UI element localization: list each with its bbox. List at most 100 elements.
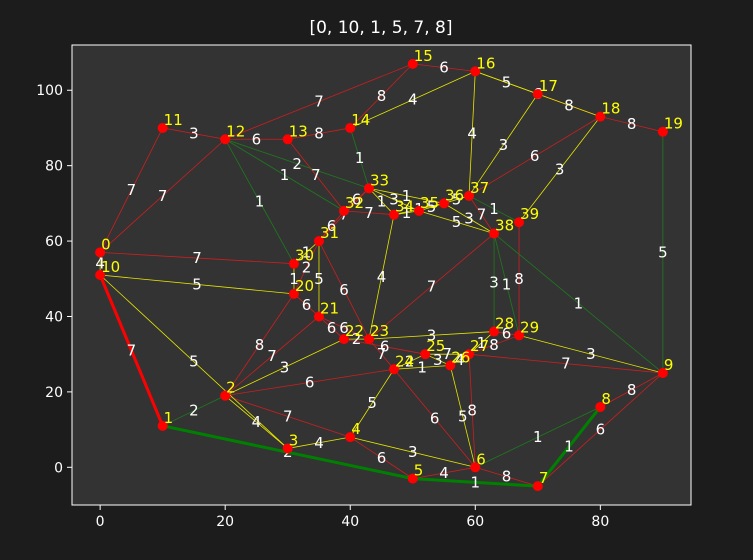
node-label-31: 31 bbox=[320, 224, 339, 242]
edge-weight-10-3: 5 bbox=[189, 353, 199, 371]
x-tick-label: 0 bbox=[96, 514, 105, 530]
edge-weight-2-22: 3 bbox=[280, 358, 290, 376]
edge-weight-28-38: 3 bbox=[489, 274, 499, 292]
edge-weight-3-4: 4 bbox=[314, 434, 324, 452]
node-label-2: 2 bbox=[226, 379, 236, 397]
node-label-6: 6 bbox=[476, 450, 486, 468]
y-tick-label: 40 bbox=[45, 309, 63, 325]
node-label-18: 18 bbox=[601, 100, 620, 118]
edge-weight-26-6: 5 bbox=[458, 407, 468, 425]
chart-title: [0, 10, 1, 5, 7, 8] bbox=[309, 18, 452, 38]
edge-weight-32-34: 7 bbox=[364, 204, 374, 222]
edge-weight-1-2: 2 bbox=[189, 402, 199, 420]
edge-weight-18-37: 6 bbox=[530, 147, 540, 165]
edge-weight-13-14: 8 bbox=[314, 125, 324, 143]
edge-weight-19-9: 5 bbox=[658, 243, 668, 261]
edge-weight-27-9: 7 bbox=[561, 355, 571, 373]
y-tick-label: 100 bbox=[36, 83, 63, 99]
edge-weight-8-9: 8 bbox=[627, 381, 637, 399]
edge-weight-14-33: 1 bbox=[355, 149, 365, 167]
graph-chart: [0, 10, 1, 5, 7, 8] 36876588846436357711… bbox=[0, 0, 753, 556]
edge-weight-16-37: 4 bbox=[467, 125, 477, 143]
node-label-14: 14 bbox=[351, 111, 370, 129]
edge-weight-17-18: 8 bbox=[564, 96, 574, 114]
edge-weight-17-37: 3 bbox=[499, 136, 509, 154]
edge-weight-16-17: 5 bbox=[502, 74, 512, 92]
edge-weight-13-32: 7 bbox=[311, 166, 321, 184]
edge-weight-2-20: 8 bbox=[255, 336, 265, 354]
node-label-0: 0 bbox=[101, 235, 111, 253]
node-label-22: 22 bbox=[345, 322, 364, 340]
edge-weight-29-9: 3 bbox=[586, 345, 596, 363]
y-tick-label: 60 bbox=[45, 234, 63, 250]
node-label-12: 12 bbox=[226, 122, 245, 140]
edge-weight-0-11: 7 bbox=[127, 181, 137, 199]
node-label-26: 26 bbox=[451, 348, 470, 366]
edge-weight-23-38: 7 bbox=[427, 277, 437, 295]
node-label-20: 20 bbox=[295, 277, 314, 295]
edge-weight-21-22: 6 bbox=[327, 319, 337, 337]
node-label-36: 36 bbox=[445, 186, 464, 204]
node-label-21: 21 bbox=[320, 299, 339, 317]
edge-weight-23-34: 4 bbox=[377, 268, 387, 286]
edge-weight-4-6: 3 bbox=[408, 443, 418, 461]
node-label-13: 13 bbox=[289, 122, 308, 140]
edge-weight-37-38: 7 bbox=[477, 206, 487, 224]
edge-weight-2-4: 7 bbox=[283, 407, 293, 425]
edge-weight-18-39: 3 bbox=[555, 160, 565, 178]
edge-weight-12-13: 6 bbox=[252, 130, 262, 148]
node-label-27: 27 bbox=[470, 337, 489, 355]
node-label-34: 34 bbox=[395, 198, 414, 216]
edge-weight-35-38: 5 bbox=[452, 213, 462, 231]
edge-weight-2-21: 7 bbox=[267, 347, 277, 365]
edge-weight-0-12: 7 bbox=[158, 187, 168, 205]
edge-weight-5-6: 4 bbox=[439, 464, 449, 482]
edge-weight-23-31: 6 bbox=[339, 281, 349, 299]
edge-weight-33-34: 1 bbox=[377, 192, 387, 210]
node-label-7: 7 bbox=[539, 469, 549, 487]
node-label-9: 9 bbox=[664, 356, 674, 374]
edge-weight-29-39: 8 bbox=[514, 270, 524, 288]
edge-weight-11-12: 3 bbox=[189, 125, 199, 143]
edge-weight-18-19: 8 bbox=[627, 115, 637, 133]
edge-weight-7-8: 1 bbox=[564, 438, 574, 456]
edge-weight-37-39: 1 bbox=[489, 200, 499, 218]
node-label-4: 4 bbox=[351, 420, 361, 438]
edge-weight-27-29: 8 bbox=[489, 336, 499, 354]
edge-weight-6-8: 1 bbox=[533, 428, 543, 446]
node-label-16: 16 bbox=[476, 54, 495, 72]
edge-weight-5-7: 1 bbox=[471, 473, 481, 491]
node-label-19: 19 bbox=[664, 115, 683, 133]
node-label-17: 17 bbox=[539, 77, 558, 95]
node-label-28: 28 bbox=[495, 315, 514, 333]
node-label-39: 39 bbox=[520, 205, 539, 223]
edge-weight-4-5: 6 bbox=[377, 449, 387, 467]
edge-weight-36-38: 3 bbox=[464, 209, 474, 227]
edge-weight-12-33: 2 bbox=[292, 155, 302, 173]
node-label-38: 38 bbox=[495, 217, 514, 235]
node-label-32: 32 bbox=[345, 194, 364, 212]
edge-weight-24-6: 6 bbox=[430, 409, 440, 427]
edge-weight-2-24: 6 bbox=[305, 373, 315, 391]
edge-weight-27-6: 8 bbox=[467, 402, 477, 420]
chart-figure: [0, 10, 1, 5, 7, 8] 36876588846436357711… bbox=[0, 0, 753, 556]
x-tick-label: 60 bbox=[466, 514, 484, 530]
edge-weight-12-32: 1 bbox=[280, 166, 290, 184]
node-label-23: 23 bbox=[370, 322, 389, 340]
node-label-3: 3 bbox=[289, 431, 299, 449]
edge-weight-4-24: 5 bbox=[367, 394, 377, 412]
edge-weight-24-26: 1 bbox=[417, 358, 427, 376]
edge-weight-0-30: 7 bbox=[192, 249, 202, 267]
edge-weight-14-15: 8 bbox=[377, 87, 387, 105]
edge-weight-12-15: 7 bbox=[314, 93, 324, 111]
node-label-35: 35 bbox=[420, 194, 439, 212]
y-tick-label: 20 bbox=[45, 385, 63, 401]
node-label-11: 11 bbox=[164, 111, 183, 129]
edge-weight-21-31: 5 bbox=[314, 270, 324, 288]
edge-weight-29-38: 1 bbox=[502, 275, 512, 293]
x-tick-label: 40 bbox=[341, 514, 359, 530]
edge-weight-7-9: 6 bbox=[596, 421, 606, 439]
edge-weight-22-25: 6 bbox=[380, 338, 390, 356]
edge-weight-12-30: 1 bbox=[255, 192, 265, 210]
edge-weight-38-9: 1 bbox=[574, 294, 584, 312]
